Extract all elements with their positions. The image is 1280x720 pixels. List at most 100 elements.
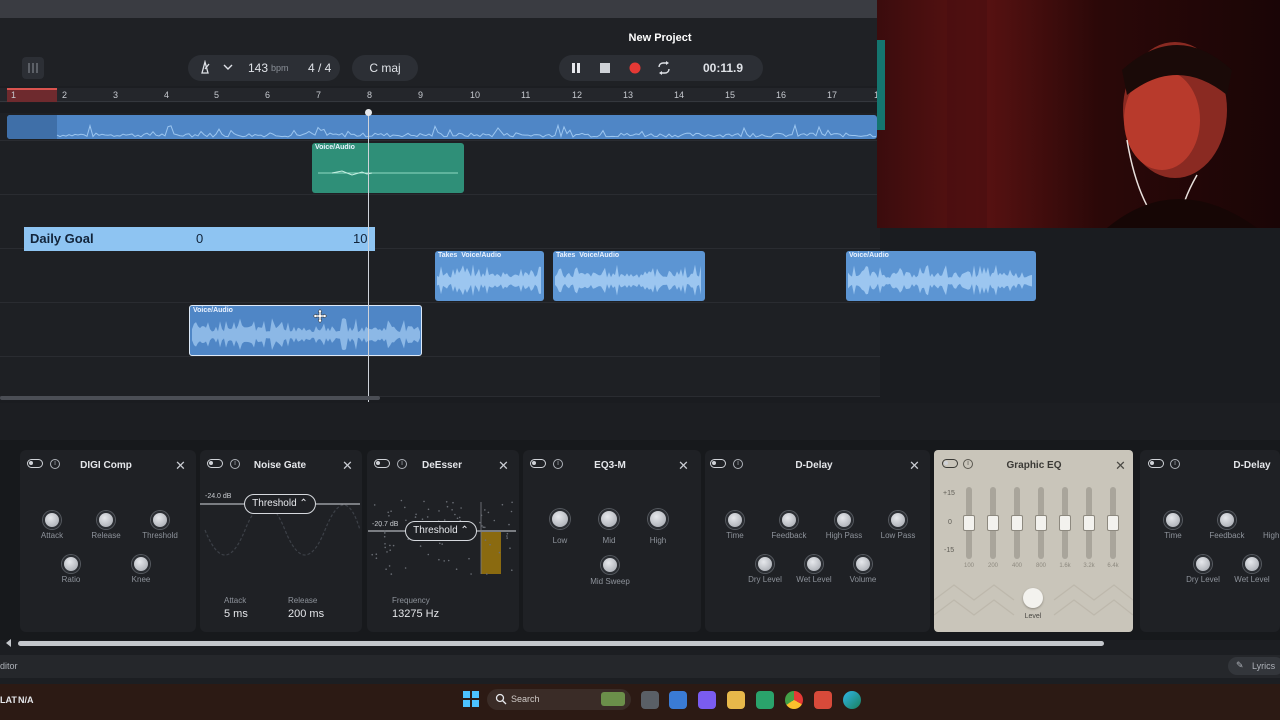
knob-threshold[interactable] (151, 511, 169, 529)
eq-fader-handle[interactable] (1107, 515, 1119, 531)
toggle-switch[interactable] (27, 459, 43, 468)
windows-start-icon[interactable] (463, 691, 479, 712)
close-icon[interactable]: ✕ (342, 458, 353, 474)
lat-label: LAT (0, 695, 17, 705)
knob-mid[interactable] (599, 509, 619, 529)
scroll-left-icon[interactable] (6, 639, 11, 647)
info-icon[interactable]: i (963, 459, 973, 469)
key-button[interactable]: C maj (352, 55, 418, 81)
fx-panel-digi-comp (20, 450, 196, 632)
close-icon[interactable]: ✕ (909, 458, 920, 474)
timeline-ruler[interactable] (0, 88, 880, 102)
bar-number: 17 (827, 90, 838, 100)
chrome-icon[interactable] (785, 691, 803, 709)
app-icon[interactable] (756, 691, 774, 709)
metronome-icon[interactable] (198, 59, 212, 77)
knob-low-pass[interactable] (889, 511, 907, 529)
audio-clip-teal[interactable]: Voice/Audio (312, 143, 464, 193)
playhead[interactable] (368, 112, 369, 402)
edge-icon[interactable] (843, 691, 861, 709)
audio-clip-selected[interactable]: Voice/Audio (189, 305, 422, 356)
knob-dry-level[interactable] (756, 555, 774, 573)
knob-mid-sweep[interactable] (601, 556, 619, 574)
loop-icon[interactable] (657, 61, 671, 78)
knob-high-pass[interactable] (835, 511, 853, 529)
level-knob[interactable] (1023, 588, 1043, 608)
eq-fader-handle[interactable] (1083, 515, 1095, 531)
eq-fader-handle[interactable] (1059, 515, 1071, 531)
bpm-value[interactable]: 143 (248, 61, 268, 75)
time-signature[interactable]: 4 / 4 (308, 61, 331, 75)
playhead-handle[interactable] (365, 109, 372, 116)
knob-time[interactable] (726, 511, 744, 529)
release-value[interactable]: 200 ms (288, 608, 324, 620)
frequency-value[interactable]: 13275 Hz (392, 608, 439, 620)
toggle-switch[interactable] (710, 459, 726, 468)
takes-clip[interactable]: Takes Voice/Audio (435, 251, 544, 301)
goal-current: 0 (196, 231, 204, 246)
lyrics-button[interactable]: ✎ Lyrics (1228, 657, 1280, 675)
knob-low[interactable] (550, 509, 570, 529)
toggle-switch[interactable] (207, 459, 223, 468)
eq-fader-handle[interactable] (963, 515, 975, 531)
pause-icon[interactable] (569, 61, 583, 78)
close-icon[interactable]: ✕ (1115, 458, 1126, 474)
eq-fader-handle[interactable] (987, 515, 999, 531)
knob-volume[interactable] (854, 555, 872, 573)
track-lane[interactable] (0, 357, 880, 397)
info-icon[interactable]: i (230, 459, 240, 469)
info-icon[interactable]: i (733, 459, 743, 469)
knob-feedback[interactable] (1218, 511, 1236, 529)
audio-clip[interactable]: Voice/Audio (846, 251, 1036, 301)
taskbar-search[interactable]: Search (487, 689, 631, 710)
close-icon[interactable]: ✕ (498, 458, 509, 474)
knob-release[interactable] (97, 511, 115, 529)
info-icon[interactable]: i (50, 459, 60, 469)
task-view-icon[interactable] (641, 691, 659, 709)
close-icon[interactable]: ✕ (175, 458, 186, 474)
knob-label: Volume (849, 575, 877, 584)
takes-clip[interactable]: Takes Voice/Audio (553, 251, 705, 301)
threshold-button[interactable]: Threshold ⌃ (244, 494, 316, 514)
panel-title: Noise Gate (253, 460, 307, 471)
effects-scrollbar[interactable] (18, 641, 1104, 646)
info-icon[interactable]: i (1170, 459, 1180, 469)
chevron-down-icon[interactable] (222, 60, 234, 77)
knob-knee[interactable] (132, 555, 150, 573)
grid-icon[interactable] (22, 57, 44, 79)
knob-feedback[interactable] (780, 511, 798, 529)
stop-icon[interactable] (598, 61, 612, 78)
knob-high[interactable] (648, 509, 668, 529)
knob-dry-level[interactable] (1194, 555, 1212, 573)
toggle-switch[interactable] (1148, 459, 1164, 468)
bar-number: 11 (521, 90, 531, 100)
editor-tab[interactable]: ditor (0, 661, 18, 671)
knob-wet-level[interactable] (805, 555, 823, 573)
track-lane[interactable] (0, 303, 880, 357)
knob-wet-level[interactable] (1243, 555, 1261, 573)
record-icon[interactable] (628, 61, 642, 78)
info-icon[interactable]: i (553, 459, 563, 469)
audio-clip-long[interactable] (7, 115, 877, 139)
eq-fader-handle[interactable] (1011, 515, 1023, 531)
threshold-button[interactable]: Threshold ⌃ (405, 521, 477, 541)
bpm-unit: bpm (271, 63, 289, 73)
copilot-icon[interactable] (698, 691, 716, 709)
eq-fader-handle[interactable] (1035, 515, 1047, 531)
knob-ratio[interactable] (62, 555, 80, 573)
daw-app-icon[interactable] (814, 691, 832, 709)
close-icon[interactable]: ✕ (678, 458, 689, 474)
knob-attack[interactable] (43, 511, 61, 529)
files-icon[interactable] (669, 691, 687, 709)
eq-scale-bottom: -15 (944, 547, 955, 554)
time-display: 00:11.9 (703, 61, 744, 75)
release-label: Release (288, 596, 318, 605)
toggle-switch[interactable] (530, 459, 546, 468)
toggle-switch[interactable] (942, 459, 958, 468)
attack-value[interactable]: 5 ms (224, 608, 248, 620)
folder-icon[interactable] (727, 691, 745, 709)
toggle-switch[interactable] (374, 459, 390, 468)
project-title: New Project (628, 32, 692, 44)
knob-time[interactable] (1164, 511, 1182, 529)
horizontal-scrollbar[interactable] (0, 396, 380, 400)
